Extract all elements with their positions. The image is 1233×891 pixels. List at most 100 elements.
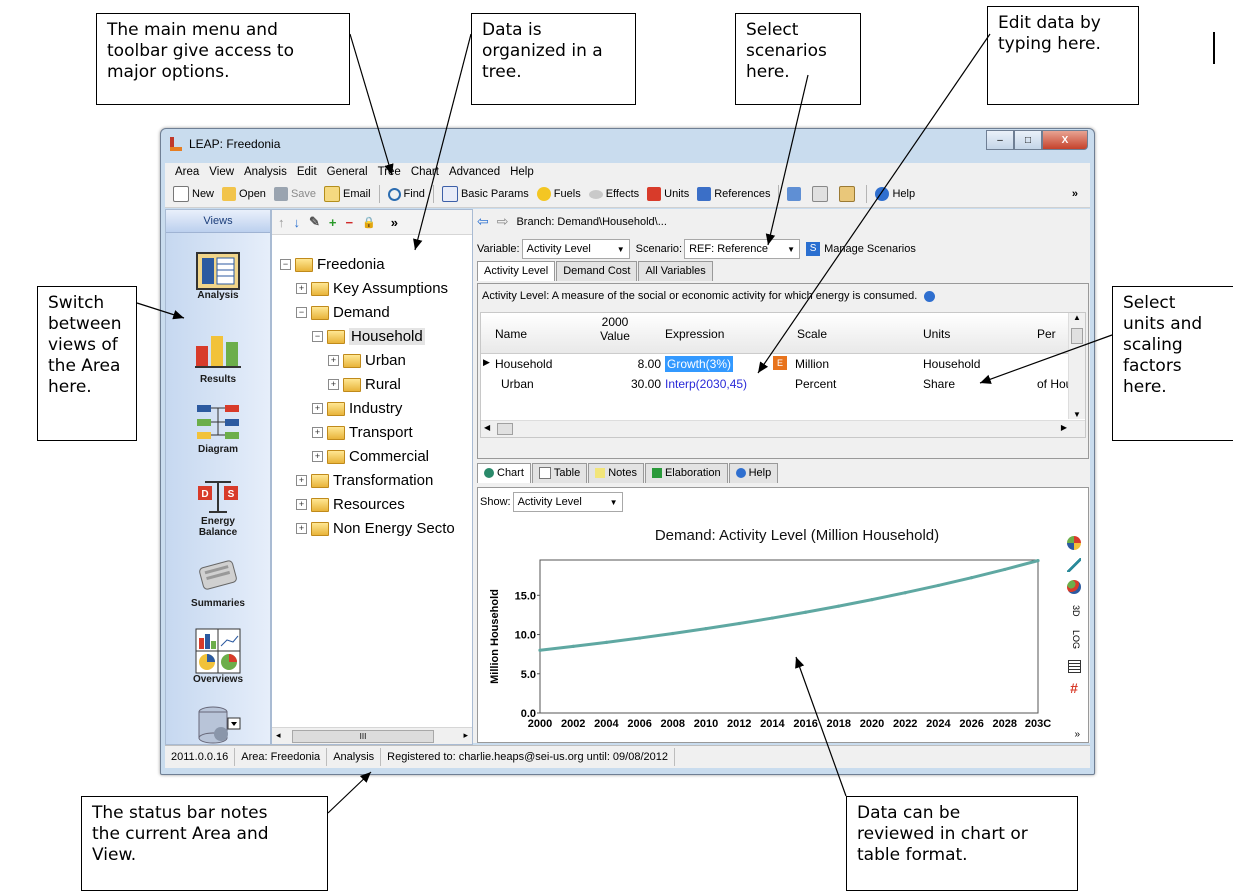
view-energy-balance[interactable]: DS Energy Balance: [166, 478, 270, 538]
variable-select[interactable]: Activity Level ▼: [521, 239, 630, 259]
menu-general[interactable]: General: [327, 166, 368, 178]
pie-chart-icon[interactable]: [1067, 536, 1081, 550]
expression-builder-icon[interactable]: E: [773, 356, 787, 370]
maximize-button[interactable]: □: [1014, 130, 1042, 150]
back-arrow-icon[interactable]: ⇦: [477, 213, 489, 230]
move-down-icon[interactable]: ↓: [294, 215, 301, 230]
tab-all-variables[interactable]: All Variables: [638, 261, 713, 281]
bubble-chart-icon[interactable]: [1067, 580, 1081, 594]
view-database[interactable]: [166, 706, 270, 744]
legend-icon[interactable]: [1067, 660, 1081, 673]
tree-node-commercial[interactable]: + Commercial: [312, 448, 429, 465]
col-header-expression[interactable]: Expression: [665, 327, 724, 341]
tab-chart[interactable]: Chart: [477, 463, 531, 483]
tree-node-demand[interactable]: − Demand: [296, 304, 390, 321]
view-summaries[interactable]: Summaries: [166, 558, 270, 609]
menu-advanced[interactable]: Advanced: [449, 166, 500, 178]
units-button[interactable]: Units: [647, 187, 689, 201]
view-analysis[interactable]: Analysis: [166, 252, 270, 301]
grid-vertical-scrollbar[interactable]: ▲ ▼: [1068, 313, 1085, 419]
menu-tree[interactable]: Tree: [378, 166, 401, 178]
move-up-icon[interactable]: ↑: [278, 215, 285, 230]
tab-demand-cost[interactable]: Demand Cost: [556, 261, 638, 281]
tree-node-urban[interactable]: + Urban: [328, 352, 406, 369]
scroll-right-arrow[interactable]: ▶: [1061, 423, 1067, 432]
scroll-down-arrow[interactable]: ▼: [1069, 410, 1085, 419]
tree-node-industry[interactable]: + Industry: [312, 400, 402, 417]
save-button[interactable]: Save: [273, 187, 316, 201]
properties-icon[interactable]: ✎: [309, 214, 320, 230]
toolbar-overflow-button[interactable]: »: [1072, 188, 1078, 200]
col-header-name[interactable]: Name: [495, 327, 527, 341]
menu-chart[interactable]: Chart: [411, 166, 439, 178]
menu-view[interactable]: View: [209, 166, 234, 178]
line-chart-icon[interactable]: [1067, 558, 1081, 572]
menu-edit[interactable]: Edit: [297, 166, 317, 178]
paste-button[interactable]: [839, 186, 858, 202]
col-header-units[interactable]: Units: [923, 327, 950, 341]
view-overviews[interactable]: Overviews: [166, 628, 270, 685]
expand-icon[interactable]: »: [1074, 729, 1080, 740]
tree-node-transformation[interactable]: + Transformation: [296, 472, 433, 489]
scroll-left-arrow[interactable]: ◀: [484, 423, 490, 432]
tree-node-resources[interactable]: + Resources: [296, 496, 405, 513]
log-toggle[interactable]: LOG: [1067, 628, 1081, 652]
tree-node-household[interactable]: − Household: [312, 328, 425, 345]
new-button[interactable]: New: [173, 186, 214, 202]
tools-button[interactable]: [787, 187, 804, 201]
scroll-thumb[interactable]: [1071, 328, 1083, 344]
basic-params-button[interactable]: Basic Params: [441, 186, 529, 202]
copy-button[interactable]: [812, 186, 831, 202]
menu-area[interactable]: Area: [175, 166, 199, 178]
delete-branch-icon[interactable]: −: [346, 215, 354, 230]
col-header-per[interactable]: Per: [1037, 327, 1056, 341]
close-button[interactable]: X: [1042, 130, 1088, 150]
expression-input[interactable]: Growth(3%): [665, 356, 734, 372]
manage-scenarios-button[interactable]: Manage Scenarios: [824, 243, 916, 255]
view-results[interactable]: Results: [166, 332, 270, 385]
grid-horizontal-scrollbar[interactable]: ◀ ▶: [481, 420, 1085, 437]
3d-toggle[interactable]: 3D: [1067, 602, 1081, 620]
references-button[interactable]: References: [697, 187, 770, 201]
menu-help[interactable]: Help: [510, 166, 534, 178]
open-button[interactable]: Open: [222, 187, 266, 201]
tree-node-key-assumptions[interactable]: + Key Assumptions: [296, 280, 448, 297]
manage-scenarios-icon[interactable]: S: [806, 242, 821, 256]
grid-icon[interactable]: #: [1067, 681, 1081, 695]
tab-help[interactable]: Help: [728, 463, 779, 483]
scroll-up-arrow[interactable]: ▲: [1069, 313, 1085, 322]
view-diagram[interactable]: Diagram: [166, 402, 270, 455]
fuels-button[interactable]: Fuels: [536, 187, 581, 201]
table-row[interactable]: ▶ Household 8.00 Growth(3%) E Million Ho…: [481, 355, 1069, 373]
tree-node-freedonia[interactable]: − Freedonia: [280, 256, 385, 273]
help-button[interactable]: Help: [875, 187, 915, 201]
tab-elaboration[interactable]: Elaboration: [644, 463, 728, 483]
tree-node-transport[interactable]: + Transport: [312, 424, 413, 441]
tab-notes[interactable]: Notes: [588, 463, 644, 483]
help-icon[interactable]: [924, 290, 936, 302]
tree-overflow-icon[interactable]: »: [391, 215, 398, 230]
x-tick-label: 203C: [1025, 718, 1051, 730]
tab-table[interactable]: Table: [531, 463, 588, 483]
table-row[interactable]: Urban 30.00 Interp(2030,45) Percent Shar…: [481, 375, 1072, 393]
scenario-select[interactable]: REF: Reference ▼: [684, 239, 801, 259]
find-button[interactable]: Find: [387, 187, 425, 201]
tree-scroll-left-arrow[interactable]: ◂: [276, 730, 281, 741]
email-button[interactable]: Email: [324, 186, 371, 202]
col-header-scale[interactable]: Scale: [797, 327, 827, 341]
tree-scroll-right-arrow[interactable]: ▸: [463, 730, 468, 741]
scroll-thumb[interactable]: [497, 423, 513, 435]
col-header-value[interactable]: 2000 Value: [585, 315, 645, 343]
tree-scroll-thumb[interactable]: III: [292, 730, 434, 743]
show-select[interactable]: Activity Level ▼: [512, 492, 623, 512]
lock-icon[interactable]: 🔒: [362, 216, 376, 229]
tree-horizontal-scrollbar[interactable]: ◂ III ▸: [272, 727, 472, 744]
add-branch-icon[interactable]: +: [329, 215, 337, 230]
tree-node-non-energy-sectors[interactable]: + Non Energy Secto: [296, 520, 470, 537]
forward-arrow-icon[interactable]: ⇨: [497, 213, 509, 230]
effects-button[interactable]: Effects: [588, 188, 639, 200]
tab-activity-level[interactable]: Activity Level: [477, 261, 556, 281]
tree-node-rural[interactable]: + Rural: [328, 376, 401, 393]
menu-analysis[interactable]: Analysis: [244, 166, 287, 178]
minimize-button[interactable]: –: [986, 130, 1014, 150]
